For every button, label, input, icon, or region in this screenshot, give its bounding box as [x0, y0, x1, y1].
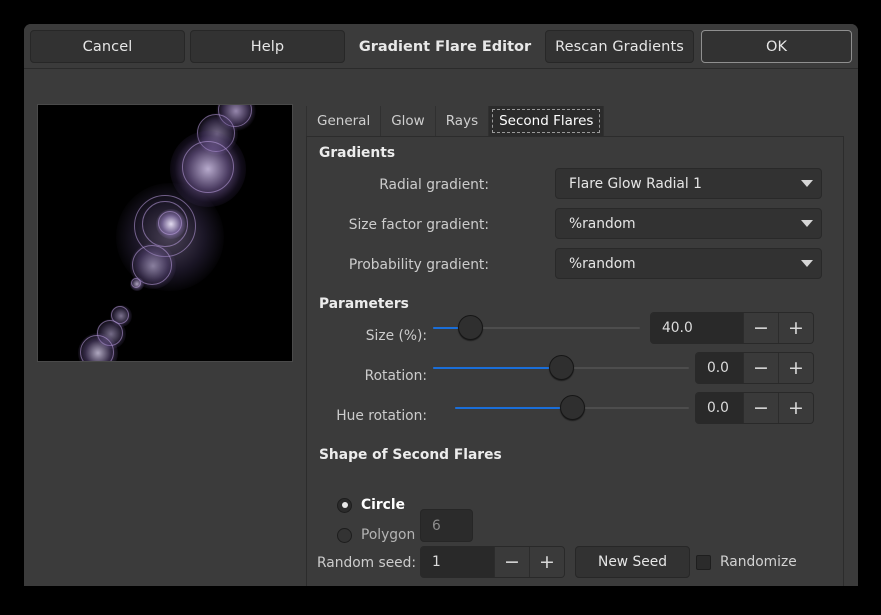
rotation-label: Rotation:: [317, 368, 427, 384]
hue-rotation-label: Hue rotation:: [317, 408, 427, 424]
hue-rotation-value[interactable]: 0.0: [696, 393, 743, 423]
dialog-header-bar: Cancel Help Gradient Flare Editor Rescan…: [24, 24, 858, 69]
size-factor-gradient-combo[interactable]: %random: [555, 208, 822, 239]
dialog-title: Gradient Flare Editor: [345, 30, 545, 63]
ok-button[interactable]: OK: [701, 30, 852, 63]
rotation-increment-button[interactable]: +: [778, 353, 813, 383]
chevron-down-icon: [793, 249, 821, 278]
rescan-gradients-button[interactable]: Rescan Gradients: [545, 30, 694, 63]
second-flares-page: Gradients Radial gradient: Flare Glow Ra…: [306, 137, 844, 586]
probability-gradient-label: Probability gradient:: [317, 257, 489, 273]
size-percent-spinbox[interactable]: 40.0 − +: [650, 312, 814, 344]
radial-gradient-combo[interactable]: Flare Glow Radial 1: [555, 168, 822, 199]
random-seed-decrement-button[interactable]: −: [494, 547, 529, 577]
gradients-section-title: Gradients: [319, 145, 395, 161]
radial-gradient-value: Flare Glow Radial 1: [556, 176, 793, 192]
size-factor-gradient-label: Size factor gradient:: [317, 217, 489, 233]
help-button[interactable]: Help: [190, 30, 345, 63]
random-seed-spinbox[interactable]: 1 − +: [420, 546, 565, 578]
randomize-label: Randomize: [720, 554, 797, 570]
random-seed-value[interactable]: 1: [421, 547, 494, 577]
settings-notebook: General Glow Rays Second Flares Gradient…: [306, 106, 844, 586]
rotation-decrement-button[interactable]: −: [743, 353, 778, 383]
shape-polygon-radio[interactable]: [337, 528, 352, 543]
radial-gradient-label: Radial gradient:: [317, 177, 489, 193]
randomize-checkbox[interactable]: [696, 555, 711, 570]
shape-circle-radio-row[interactable]: Circle: [337, 497, 405, 513]
size-percent-value[interactable]: 40.0: [651, 313, 743, 343]
rotation-spinbox[interactable]: 0.0 − +: [695, 352, 814, 384]
size-percent-slider[interactable]: [433, 315, 640, 341]
random-seed-label: Random seed:: [317, 555, 427, 571]
slider-handle[interactable]: [560, 395, 585, 420]
slider-handle[interactable]: [549, 355, 574, 380]
slider-fill: [433, 367, 561, 369]
probability-gradient-value: %random: [556, 256, 793, 272]
shape-section-title: Shape of Second Flares: [319, 447, 502, 463]
parameters-section-title: Parameters: [319, 296, 409, 312]
flare-preview[interactable]: [37, 104, 293, 362]
random-seed-increment-button[interactable]: +: [529, 547, 564, 577]
tab-bar: General Glow Rays Second Flares: [306, 106, 844, 137]
shape-circle-label: Circle: [361, 497, 405, 513]
cancel-button[interactable]: Cancel: [30, 30, 185, 63]
dialog-content: General Glow Rays Second Flares Gradient…: [24, 70, 858, 586]
gradient-flare-editor-dialog: Cancel Help Gradient Flare Editor Rescan…: [24, 24, 858, 586]
hue-rotation-spinbox[interactable]: 0.0 − +: [695, 392, 814, 424]
chevron-down-icon: [793, 169, 821, 198]
hue-rotation-decrement-button[interactable]: −: [743, 393, 778, 423]
size-factor-gradient-value: %random: [556, 216, 793, 232]
hue-rotation-increment-button[interactable]: +: [778, 393, 813, 423]
tab-general[interactable]: General: [306, 106, 381, 136]
size-percent-label: Size (%):: [317, 328, 427, 344]
probability-gradient-combo[interactable]: %random: [555, 248, 822, 279]
rotation-slider[interactable]: [433, 355, 689, 381]
hue-rotation-slider[interactable]: [455, 395, 689, 421]
shape-polygon-radio-row[interactable]: Polygon: [337, 527, 415, 543]
polygon-sides-field[interactable]: 6: [420, 509, 473, 542]
tab-second-flares[interactable]: Second Flares: [488, 106, 604, 136]
size-percent-increment-button[interactable]: +: [778, 313, 813, 343]
tab-rays[interactable]: Rays: [435, 106, 489, 136]
slider-handle[interactable]: [458, 315, 483, 340]
chevron-down-icon: [793, 209, 821, 238]
size-percent-decrement-button[interactable]: −: [743, 313, 778, 343]
rotation-value[interactable]: 0.0: [696, 353, 743, 383]
slider-fill: [455, 407, 572, 409]
shape-circle-radio[interactable]: [337, 498, 352, 513]
tab-glow[interactable]: Glow: [380, 106, 436, 136]
randomize-checkbox-row[interactable]: Randomize: [696, 554, 797, 570]
shape-polygon-label: Polygon: [361, 527, 415, 543]
new-seed-button[interactable]: New Seed: [575, 546, 690, 578]
